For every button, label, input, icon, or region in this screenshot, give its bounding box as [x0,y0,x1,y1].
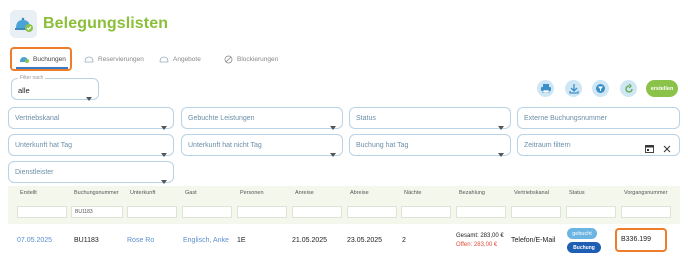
cell-booking-no: BU1183 [74,237,99,244]
table-row[interactable]: 07.05.2025 BU1183 Rose Ro Englisch, Anke… [8,224,680,256]
col-erstellt[interactable]: Erstellt [20,190,37,196]
filter-select[interactable]: Filter nach alle [11,75,99,101]
tab-blockierungen[interactable]: Blockierungen [224,51,278,67]
filter-vorgangsnummer[interactable] [621,206,671,218]
filter-naechte[interactable] [401,206,451,218]
filter-erstellt[interactable] [17,206,67,218]
page-title: Belegungslisten [43,15,169,32]
cell-nights: 2 [402,237,406,244]
chevron-down-icon [161,117,167,135]
unterkunft-nicht-tag-placeholder: Unterkunft hat nicht Tag [188,142,262,149]
col-vertriebskanal[interactable]: Vertriebskanal [514,190,549,196]
filter-label: Filter nach [18,75,46,81]
buchung-hat-tag-placeholder: Buchung hat Tag [356,142,409,149]
filter-abreise[interactable] [347,206,397,218]
status-badge-booked: gebucht [567,228,597,239]
calendar-icon[interactable] [645,140,654,158]
tab-label: Buchungen [33,55,66,63]
status-placeholder: Status [356,115,376,122]
cell-channel: Telefon/E-Mail [511,237,556,244]
external-booking-placeholder: Externe Buchungsnummer [524,115,607,122]
vertriebskanal-select[interactable]: Vertriebskanal [8,107,174,130]
tab-buchungen[interactable]: Buchungen [19,51,66,67]
tab-label: Blockierungen [237,55,279,63]
close-icon[interactable] [663,140,671,158]
bell-check-icon [15,17,33,32]
filter-value: alle [18,86,30,95]
col-abreise[interactable]: Abreise [350,190,369,196]
reservation-icon [84,55,94,63]
col-anreise[interactable]: Anreise [295,190,314,196]
cell-arrival: 21.05.2025 [292,237,328,244]
tab-label: Reservierungen [98,55,144,63]
col-vorgangsnummer[interactable]: Vorgangsnummer [624,190,667,196]
cell-payment-total: Gesamt: 283,00 € [456,233,504,239]
cell-created[interactable]: 07.05.2025 [17,237,52,244]
funnel-icon [596,84,605,93]
col-gast[interactable]: Gast [185,190,197,196]
leistungen-select[interactable]: Gebuchte Leistungen [181,107,343,130]
dienstleister-placeholder: Dienstleister [15,169,54,176]
buchung-hat-tag-select[interactable]: Buchung hat Tag [349,134,511,157]
zeitraum-input[interactable]: Zeitraum filtern [517,134,680,156]
filter-status[interactable] [566,206,616,218]
tab-bar: Buchungen Reservierungen Angebote Blocki… [0,47,688,71]
status-badge-booking[interactable]: Buchung [567,242,601,253]
filter-personen[interactable] [237,206,287,218]
download-button[interactable] [565,80,582,97]
filter-anreise[interactable] [292,206,342,218]
unterkunft-nicht-tag-select[interactable]: Unterkunft hat nicht Tag [181,134,343,157]
col-personen[interactable]: Personen [240,190,264,196]
refresh-button[interactable] [620,80,637,97]
chevron-down-icon [86,88,92,106]
cell-guest[interactable]: Englisch, Anke [183,237,229,244]
tab-label: Angebote [173,55,201,63]
col-naechte[interactable]: Nächte [404,190,421,196]
filter-vertriebskanal[interactable] [511,206,561,218]
unterkunft-hat-tag-select[interactable]: Unterkunft hat Tag [8,134,174,157]
app-logo [10,10,37,38]
filter-button[interactable] [592,80,609,97]
filter-gast[interactable] [182,206,232,218]
col-bezahlung[interactable]: Bezahlung [459,190,485,196]
chevron-down-icon [330,117,336,135]
cell-persons: 1E [237,237,246,244]
print-icon [540,84,551,93]
cell-order-no: B336.199 [621,236,651,243]
filter-buchungsnummer-value: BU1183 [75,209,93,215]
chevron-down-icon [498,144,504,162]
refresh-icon [624,83,633,93]
chevron-down-icon [330,144,336,162]
download-icon [568,83,579,94]
chevron-down-icon [498,117,504,135]
col-unterkunft[interactable]: Unterkunft [130,190,155,196]
app-header: Belegungslisten [0,0,688,46]
col-status[interactable]: Status [569,190,585,196]
block-icon [224,55,233,64]
status-select[interactable]: Status [349,107,511,130]
cell-payment-open: Offen: 283,00 € [456,242,498,248]
create-button[interactable]: erstellen [646,80,678,97]
filter-bezahlung[interactable] [456,206,506,218]
external-booking-input[interactable]: Externe Buchungsnummer [517,107,680,129]
cell-accommodation[interactable]: Rose Ro [127,237,154,244]
filter-unterkunft[interactable] [127,206,177,218]
unterkunft-hat-tag-placeholder: Unterkunft hat Tag [15,142,73,149]
tab-active-indicator [16,67,68,69]
tab-angebote[interactable]: Angebote [159,51,201,67]
cell-departure: 23.05.2025 [347,237,383,244]
booking-icon [19,55,29,63]
bookings-table: Erstellt Buchungsnummer Unterkunft Gast … [8,186,680,256]
print-button[interactable] [537,80,554,97]
vertriebskanal-placeholder: Vertriebskanal [15,115,60,122]
col-buchungsnummer[interactable]: Buchungsnummer [74,190,119,196]
table-header: Erstellt Buchungsnummer Unterkunft Gast … [8,186,680,224]
zeitraum-placeholder: Zeitraum filtern [524,142,571,149]
dienstleister-select[interactable]: Dienstleister [8,161,174,184]
tab-reservierungen[interactable]: Reservierungen [84,51,144,67]
chevron-down-icon [161,144,167,162]
offer-icon [159,55,169,63]
leistungen-placeholder: Gebuchte Leistungen [188,115,255,122]
filter-buchungsnummer[interactable]: BU1183 [71,206,123,218]
